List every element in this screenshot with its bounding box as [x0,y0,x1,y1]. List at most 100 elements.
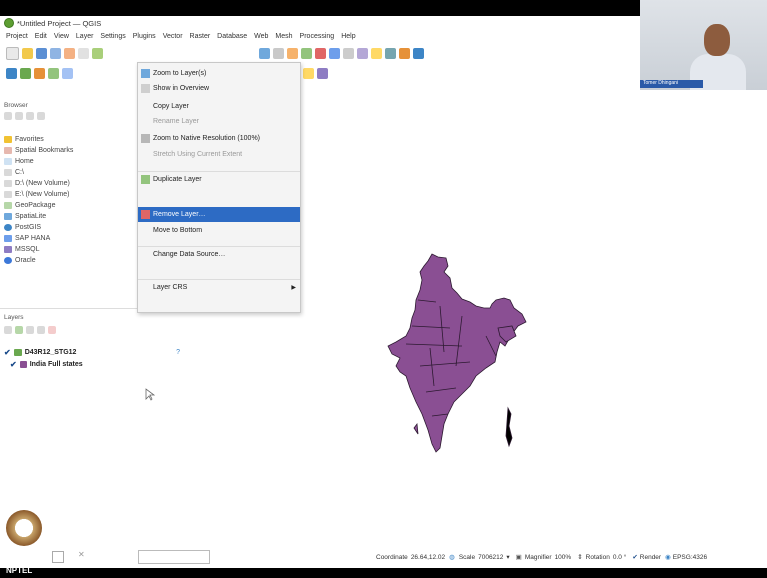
menu-item-zoom-to-layer[interactable]: Zoom to Layer(s) [138,66,300,81]
magnifier-lock-icon[interactable]: ▣ [516,553,522,561]
zoom-layer-icon [141,69,150,78]
add-vector-layer-icon[interactable] [20,67,31,79]
open-data-source-manager-icon[interactable] [6,67,17,79]
menu-raster[interactable]: Raster [190,33,211,40]
menu-vector[interactable]: Vector [163,33,183,40]
new-project-icon[interactable] [6,46,19,60]
add-group-icon[interactable] [15,326,23,334]
menu-item-remove-layer[interactable]: Remove Layer… [138,207,300,222]
remove-layer-icon [141,210,150,219]
measure-icon[interactable] [315,47,326,59]
menu-settings[interactable]: Settings [100,33,125,40]
manage-map-themes-icon[interactable] [26,326,34,334]
locator-search-input[interactable] [138,550,210,564]
georeferencer-icon[interactable] [303,67,314,79]
menu-item-show-in-overview[interactable]: Show in Overview [138,81,300,96]
coordinate-value[interactable]: 26.64,12.02 [411,554,445,561]
spatialite-icon [4,213,12,220]
menu-mesh[interactable]: Mesh [275,33,292,40]
postgis-icon [4,224,12,231]
chevron-down-icon[interactable]: ▾ [506,553,509,561]
menu-item-zoom-native-resolution[interactable]: Zoom to Native Resolution (100%) [138,131,300,146]
filter-browser-icon[interactable] [15,112,23,120]
mouse-cursor-icon [145,388,155,401]
layer-color-swatch [19,360,27,368]
menu-layer[interactable]: Layer [76,33,94,40]
nptel-logo-text: NPTEL [6,566,33,575]
attribute-table-icon[interactable] [301,47,312,59]
collapse-all-icon[interactable] [26,112,34,120]
oracle-icon [4,257,12,264]
field-calculator-icon[interactable] [343,47,354,59]
help-icon[interactable]: ? [176,349,180,356]
spinner-icon[interactable]: ⇕ [577,553,582,561]
text-annotation-icon[interactable] [357,47,368,59]
python-console-icon[interactable] [317,67,328,79]
menu-help[interactable]: Help [341,33,355,40]
menu-item-copy-layer[interactable]: Copy Layer [138,99,300,114]
open-project-icon[interactable] [22,47,33,59]
save-project-icon[interactable] [36,47,47,59]
layers-tree: ✔ D43R12_STG12 ? ✔ India Full states [4,346,200,370]
taskbar-checkbox[interactable] [52,551,64,563]
menu-item-duplicate-layer[interactable]: Duplicate Layer [138,171,300,187]
menu-item-layer-crs[interactable]: Layer CRS ▶ [138,279,300,295]
checkbox-icon[interactable]: ✔ [4,348,11,357]
menu-item-change-data-source[interactable]: Change Data Source… [138,246,300,262]
refresh-icon[interactable] [259,47,270,59]
refresh-browser-icon[interactable] [4,112,12,120]
menu-web[interactable]: Web [254,33,268,40]
save-as-icon[interactable] [50,47,61,59]
drive-icon [4,180,12,187]
vertex-tool-icon[interactable] [385,47,396,59]
pan-map-icon[interactable] [78,47,89,59]
drive-icon [4,191,12,198]
close-icon[interactable]: ✕ [78,550,85,559]
bookmark-icon [4,147,12,154]
remove-layer-toolbar-icon[interactable] [48,326,56,334]
layer-styling-icon[interactable] [4,326,12,334]
magnifier-label: Magnifier [524,553,552,561]
crs-button[interactable]: EPSG:4326 [673,554,707,561]
menu-item-stretch-current-extent[interactable]: Stretch Using Current Extent [138,147,300,162]
layer-item-raster[interactable]: ✔ D43R12_STG12 ? [4,346,200,358]
drive-icon [4,169,12,176]
digitize-icon[interactable] [399,47,410,59]
menu-view[interactable]: View [54,33,69,40]
scale-value[interactable]: 7006212 [478,554,503,561]
select-icon[interactable] [287,47,298,59]
menu-project[interactable]: Project [6,33,28,40]
checkbox-icon[interactable]: ✔ [10,360,17,369]
layers-panel-title: Layers [4,314,24,321]
menu-plugins[interactable]: Plugins [133,33,156,40]
properties-icon[interactable] [37,112,45,120]
layer-item-india[interactable]: ✔ India Full states [4,358,200,370]
globe-icon[interactable]: ◉ [665,553,671,561]
menu-database[interactable]: Database [217,33,247,40]
render-checkbox-icon[interactable]: ✔ [632,553,637,561]
add-raster-layer-icon[interactable] [34,67,45,79]
qgis-window: *Untitled Project — QGIS Project Edit Vi… [0,16,767,568]
filter-legend-icon[interactable] [37,326,45,334]
zoom-in-icon[interactable] [92,47,103,59]
add-feature-icon[interactable] [413,47,424,59]
folder-icon [4,158,12,165]
add-delimited-text-icon[interactable] [48,67,59,79]
rotation-value[interactable]: 0.0 ° [613,554,626,561]
qgis-logo-icon [4,18,14,28]
lakshadweep-islands [413,422,419,435]
magnifier-value[interactable]: 100% [555,554,572,561]
tips-icon[interactable] [371,47,382,59]
menu-item-move-to-bottom[interactable]: Move to Bottom [138,223,300,238]
menu-edit[interactable]: Edit [35,33,47,40]
statistics-icon[interactable] [329,47,340,59]
menu-item-rename-layer[interactable]: Rename Layer [138,114,300,129]
india-mainland [387,253,527,453]
menu-processing[interactable]: Processing [300,33,335,40]
print-layout-icon[interactable] [64,47,75,59]
new-geopackage-icon[interactable] [62,67,73,79]
sap-hana-icon [4,235,12,242]
scale-lock-icon[interactable]: ◍ [449,553,455,561]
identify-icon[interactable] [273,47,284,59]
duplicate-icon [141,175,150,184]
